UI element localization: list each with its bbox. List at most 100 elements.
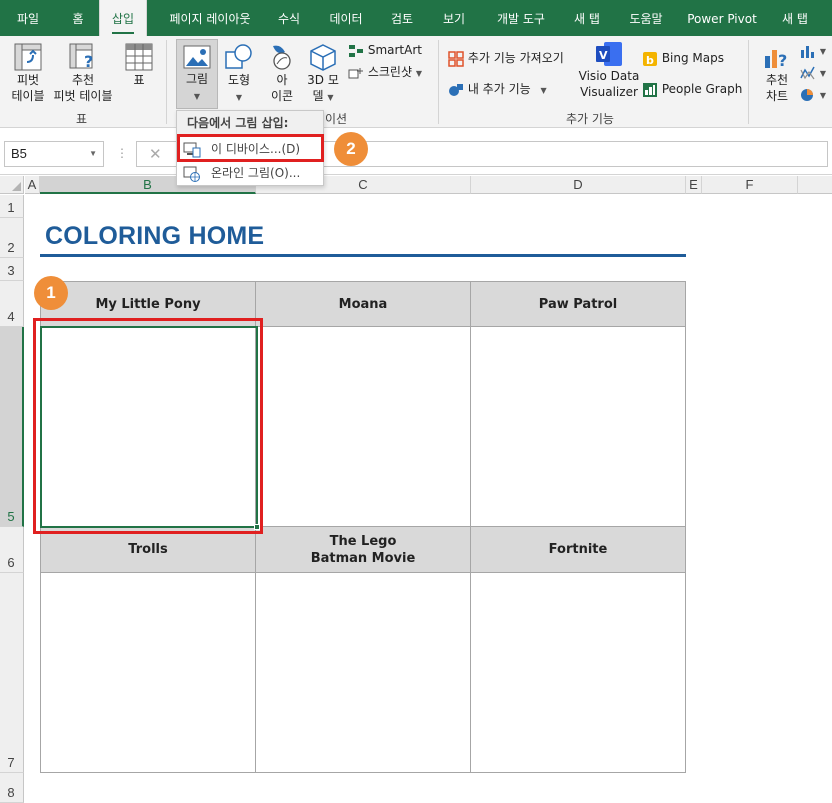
column-header-e[interactable]: E <box>686 176 702 194</box>
table-button[interactable]: 표 <box>122 42 156 88</box>
chevron-down-icon: ▼ <box>89 149 97 158</box>
row-header-2-label: 2 <box>7 240 15 255</box>
stat-chart-button[interactable]: ▼ <box>800 64 826 82</box>
row-header-1[interactable]: 1 <box>0 195 24 218</box>
tab-page-layout[interactable]: 페이지 레이아웃 <box>154 0 266 36</box>
pivot-table-label-1: 피벗 <box>16 73 40 87</box>
column-header-d[interactable]: D <box>471 176 686 194</box>
ribbon-separator <box>748 40 749 124</box>
chevron-down-icon: ▼ <box>819 91 826 100</box>
row-header-4-label: 4 <box>7 309 15 324</box>
header-cell-d6[interactable]: Fortnite <box>470 526 686 573</box>
chevron-down-icon: ▼ <box>819 69 826 78</box>
bing-maps-button[interactable]: b Bing Maps <box>642 50 724 67</box>
select-all-button[interactable] <box>0 176 24 194</box>
tab-view[interactable]: 보기 <box>432 0 476 36</box>
shapes-button[interactable]: 도형 ▼ <box>220 42 258 106</box>
icons-label-2: 이콘 <box>270 89 294 103</box>
row-header-5[interactable]: 5 <box>0 327 24 527</box>
get-addins-button[interactable]: 추가 기능 가져오기 <box>448 50 564 67</box>
header-cell-c6[interactable]: The Lego Batman Movie <box>255 526 471 573</box>
tab-file[interactable]: 파일 <box>4 0 52 36</box>
row-header-6[interactable]: 6 <box>0 527 24 573</box>
sheet-title[interactable]: COLORING HOME <box>45 222 264 251</box>
pivot-table-icon <box>14 43 42 71</box>
picture-cell-c7[interactable] <box>255 572 471 773</box>
row-header-3[interactable]: 3 <box>0 258 24 281</box>
cube-icon <box>310 44 336 71</box>
picture-cell-b7[interactable] <box>40 572 256 773</box>
header-cell-d4[interactable]: Paw Patrol <box>470 281 686 327</box>
chevron-down-icon: ▼ <box>819 47 826 56</box>
column-header-f[interactable]: F <box>702 176 798 194</box>
visio-icon: V <box>596 42 622 66</box>
my-addins-button[interactable]: 내 추가 기능 ▼ <box>448 81 547 99</box>
visio-data-visualizer-button[interactable]: V Visio Data Visualizer <box>578 40 640 100</box>
tab-new-tab-1[interactable]: 새 탭 <box>564 0 610 36</box>
chevron-down-icon: ▼ <box>415 69 422 78</box>
row-header-3-label: 3 <box>7 263 15 278</box>
smartart-button[interactable]: SmartArt <box>348 42 422 58</box>
people-graph-button[interactable]: People Graph <box>642 81 742 98</box>
cancel-icon[interactable]: ✕ <box>149 145 162 163</box>
picture-cell-d7[interactable] <box>470 572 686 773</box>
3d-model-label-2-text: 델 <box>312 89 324 103</box>
shapes-label: 도형 <box>227 73 251 87</box>
tab-insert[interactable]: 삽입 <box>99 0 147 36</box>
row-header-4[interactable]: 4 <box>0 281 24 327</box>
tab-home[interactable]: 홈 <box>58 0 98 36</box>
screenshot-button[interactable]: 스크린샷 ▼ <box>348 64 422 82</box>
tab-formulas[interactable]: 수식 <box>268 0 310 36</box>
ribbon-separator <box>166 40 167 124</box>
tab-power-pivot[interactable]: Power Pivot <box>682 0 762 36</box>
picture-cell-d5[interactable] <box>470 326 686 527</box>
ribbon-separator <box>438 40 439 124</box>
tab-help[interactable]: 도움말 <box>620 0 672 36</box>
row-header-2[interactable]: 2 <box>0 218 24 258</box>
3d-model-label-2: 델 ▼ <box>302 88 344 106</box>
header-cell-c4[interactable]: Moana <box>255 281 471 327</box>
addins-store-icon <box>448 50 464 67</box>
icons-button[interactable]: 아 이콘 <box>264 42 300 104</box>
column-header-g[interactable] <box>798 176 832 194</box>
formula-bar-grip-icon: ⋮ <box>116 146 128 160</box>
icons-icon <box>273 45 291 70</box>
name-box[interactable]: B5 ▼ <box>4 141 104 167</box>
recommended-pivot-label-2: 피벗 테이블 <box>53 89 113 103</box>
tab-review[interactable]: 검토 <box>380 0 424 36</box>
row-header-8-label: 8 <box>7 785 15 800</box>
row-header-7[interactable]: 7 <box>0 573 24 773</box>
table-icon <box>125 43 153 71</box>
pivot-table-button[interactable]: 피벗 테이블 <box>6 42 50 104</box>
picture-cell-c5[interactable] <box>255 326 471 527</box>
chevron-down-icon: ▼ <box>235 93 243 102</box>
icons-label-1: 아 <box>276 73 288 87</box>
tab-new-tab-2[interactable]: 새 탭 <box>772 0 818 36</box>
svg-text:?: ? <box>84 52 93 71</box>
pie-chart-button[interactable]: ▼ <box>800 86 826 104</box>
picture-button[interactable]: 그림 ▼ <box>176 39 218 109</box>
formula-bar: B5 ▼ ⋮ ✕ <box>0 129 832 175</box>
pie-chart-icon <box>801 88 813 101</box>
recommended-charts-button[interactable]: ? 추천 차트 <box>756 42 798 104</box>
recommended-pivot-icon: ? <box>69 43 93 71</box>
ribbon: 피벗 테이블 ? 추천 피벗 테이블 표 표 그림 ▼ 도형 ▼ 아 이콘 3D… <box>0 36 832 128</box>
people-graph-label: People Graph <box>661 82 743 96</box>
chevron-down-icon: ▼ <box>540 86 547 95</box>
tab-data[interactable]: 데이터 <box>320 0 372 36</box>
3d-model-button[interactable]: 3D 모 델 ▼ <box>302 42 344 106</box>
menu-item-online-pictures[interactable]: 온라인 그림(O)... <box>177 161 323 185</box>
screenshot-label: 스크린샷 <box>367 65 412 79</box>
highlight-cell-b5 <box>33 318 263 534</box>
recommended-pivot-button[interactable]: ? 추천 피벗 테이블 <box>50 42 116 104</box>
column-chart-button[interactable]: ▼ <box>800 42 826 60</box>
highlight-this-device <box>177 134 324 162</box>
people-graph-icon <box>643 82 657 97</box>
picture-label: 그림 <box>185 72 209 86</box>
recommended-charts-label-1: 추천 <box>765 73 789 87</box>
tab-insert-label: 삽입 <box>111 12 135 26</box>
tab-developer[interactable]: 개발 도구 <box>484 0 558 36</box>
row-header-8[interactable]: 8 <box>0 773 24 803</box>
visio-label-2: Visualizer <box>580 85 638 99</box>
column-header-a[interactable]: A <box>25 176 40 194</box>
